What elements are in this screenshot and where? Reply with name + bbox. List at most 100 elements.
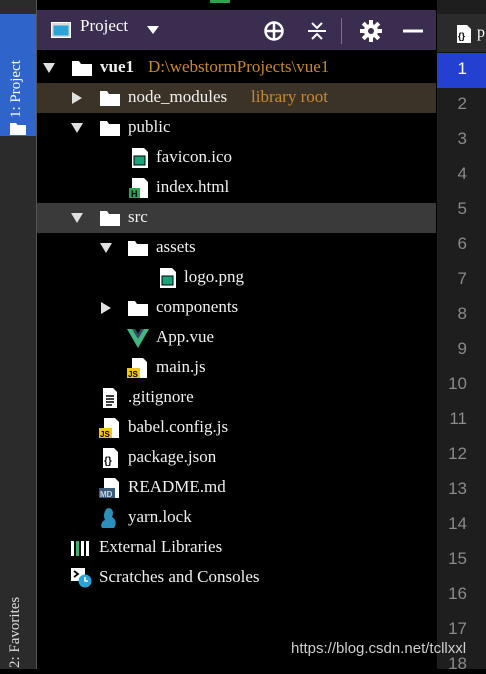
tree-item-label: README.md: [128, 477, 226, 496]
tree-item-label: assets: [156, 237, 196, 256]
tree-item-babel-config[interactable]: JS babel.config.js: [37, 413, 436, 443]
svg-text:H: H: [131, 189, 138, 198]
markdown-file-icon: MD: [99, 478, 119, 498]
line-number: 5: [457, 199, 467, 218]
editor-area: {} p 1 2 3 4 5 6 7 8 9 10 11 12 13 14 15 16 17 18: [437, 0, 486, 673]
favorites-tool-tab[interactable]: 2: Favorites: [7, 597, 24, 668]
chevron-down-icon[interactable]: [71, 122, 83, 134]
tree-item-public[interactable]: public: [37, 113, 436, 143]
tree-item-label: package.json: [128, 447, 217, 466]
tree-item-label: .gitignore: [128, 387, 194, 406]
project-tool-tab[interactable]: 1: Project: [0, 14, 36, 136]
line-number: 11: [449, 409, 467, 428]
folder-icon: [100, 91, 120, 106]
tree-item-label: yarn.lock: [128, 507, 192, 526]
tree-item-label: src: [128, 207, 148, 226]
line-number: 13: [448, 479, 467, 498]
html-file-icon: H: [129, 178, 148, 198]
gear-icon[interactable]: [360, 20, 382, 42]
tree-item-gitignore[interactable]: .gitignore: [37, 383, 436, 413]
folder-icon: [128, 241, 148, 256]
tree-item-label: Scratches and Consoles: [99, 567, 260, 586]
tree-item-label: index.html: [156, 177, 230, 196]
tree-item-label: public: [128, 117, 171, 136]
line-number: 14: [448, 514, 467, 533]
locate-icon[interactable]: [263, 20, 285, 42]
line-number: 17: [448, 619, 467, 638]
json-file-icon: {}: [457, 25, 471, 43]
line-number: 6: [457, 234, 467, 253]
tree-item-index-html[interactable]: H index.html: [37, 173, 436, 203]
svg-text:{}: {}: [104, 456, 112, 467]
tree-item-label: vue1: [100, 57, 134, 76]
chevron-down-icon[interactable]: [43, 62, 55, 74]
view-selector[interactable]: Project: [80, 16, 128, 36]
header-divider: [341, 18, 342, 44]
left-tool-strip: 1: Project 2: Favorites: [0, 0, 37, 669]
collapse-all-icon[interactable]: [306, 20, 328, 42]
project-view-icon: [51, 22, 71, 38]
tree-item-readme[interactable]: MD README.md: [37, 473, 436, 503]
tree-item-label: components: [156, 297, 239, 316]
image-file-icon: [132, 148, 148, 168]
libraries-icon: [71, 541, 89, 556]
minimize-icon[interactable]: [402, 20, 424, 42]
tree-item-path: D:\webstormProjects\vue1: [148, 57, 330, 76]
tree-item-app-vue[interactable]: App.vue: [37, 323, 436, 353]
editor-tab[interactable]: {} p: [437, 14, 486, 53]
project-panel-header: Project: [37, 10, 436, 50]
tree-item-label: node_modules: [128, 87, 228, 106]
top-edge-indicator: [210, 0, 230, 3]
tree-item-package-json[interactable]: {} package.json: [37, 443, 436, 473]
tree-item-favicon[interactable]: favicon.ico: [37, 143, 436, 173]
project-panel: Project vue1 D:\webstormProjects\vue1 no…: [37, 10, 436, 669]
watermark-text: https://blog.csdn.net/tcllxxl: [291, 640, 467, 657]
tree-item-src[interactable]: src: [37, 203, 436, 233]
chevron-right-icon[interactable]: [100, 302, 112, 314]
line-number: 4: [457, 164, 467, 183]
tree-item-label: babel.config.js: [128, 417, 229, 436]
tree-item-yarn-lock[interactable]: yarn.lock: [37, 503, 436, 533]
tree-item-label: favicon.ico: [156, 147, 232, 166]
tree-item-scratches[interactable]: Scratches and Consoles: [37, 563, 436, 593]
line-number: 15: [448, 549, 467, 568]
line-number: 3: [457, 129, 467, 148]
tree-item-assets[interactable]: assets: [37, 233, 436, 263]
svg-text:MD: MD: [100, 490, 113, 498]
vue-file-icon: [127, 329, 149, 348]
tree-item-main-js[interactable]: JS main.js: [37, 353, 436, 383]
tree-item-label: External Libraries: [99, 537, 223, 556]
tree-item-components[interactable]: components: [37, 293, 436, 323]
project-tool-label: 1: Project: [8, 60, 24, 118]
js-file-icon: JS: [127, 358, 147, 378]
tree-item-label: App.vue: [156, 327, 215, 346]
editor-tab-label: p: [477, 24, 485, 41]
svg-text:{}: {}: [458, 31, 466, 41]
line-number: 7: [457, 269, 467, 288]
tree-item-node-modules[interactable]: node_modules library root: [37, 83, 436, 113]
folder-icon: [128, 301, 148, 316]
line-number: 9: [457, 339, 467, 358]
chevron-down-icon[interactable]: [147, 26, 159, 34]
line-number: 1: [457, 59, 467, 78]
tree-item-tag: library root: [251, 87, 328, 106]
tree-item-label: main.js: [156, 357, 206, 376]
js-file-icon: JS: [99, 418, 119, 438]
yarn-file-icon: [101, 508, 116, 528]
chevron-down-icon[interactable]: [100, 242, 112, 254]
svg-text:JS: JS: [100, 430, 110, 438]
line-number: 18: [448, 654, 467, 673]
scratches-icon: [71, 568, 92, 588]
tree-item-external-libraries[interactable]: External Libraries: [37, 533, 436, 563]
folder-icon: [100, 211, 120, 226]
text-file-icon: [103, 388, 117, 408]
json-file-icon: {}: [103, 448, 118, 468]
tree-item-logo-png[interactable]: logo.png: [37, 263, 436, 293]
tree-item-vue1[interactable]: vue1 D:\webstormProjects\vue1: [37, 53, 436, 83]
chevron-right-icon[interactable]: [71, 92, 83, 104]
line-number: 16: [448, 584, 467, 603]
chevron-down-icon[interactable]: [71, 212, 83, 224]
svg-text:JS: JS: [128, 370, 138, 378]
folder-icon: [72, 61, 92, 76]
line-number: 10: [448, 374, 467, 393]
